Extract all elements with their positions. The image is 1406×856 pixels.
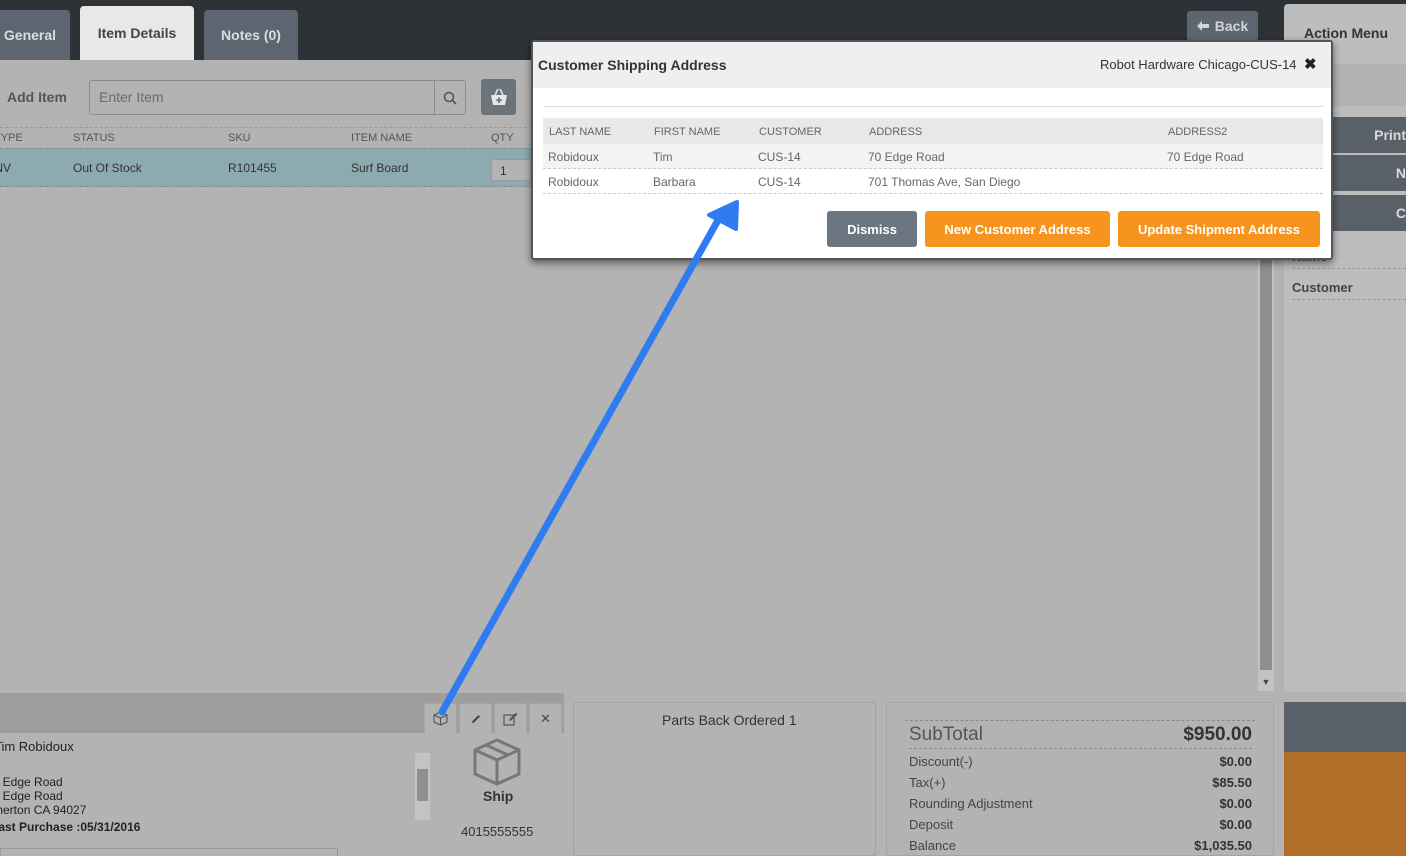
payment-header	[1284, 702, 1406, 752]
rounding-label: Rounding Adjustment	[909, 796, 1033, 811]
customer-scroll-thumb[interactable]	[417, 769, 428, 801]
customer-name: Tim Robidoux	[0, 739, 74, 754]
tab-general[interactable]: General	[0, 10, 70, 60]
basket-add-icon	[490, 88, 507, 105]
cell-status: Out Of Stock	[73, 161, 142, 175]
new-customer-address-button[interactable]: New Customer Address	[925, 211, 1110, 247]
cell-type: INV	[0, 161, 12, 175]
totals-divider	[905, 720, 1255, 721]
col-last-name: LAST NAME	[549, 126, 612, 138]
deposit-row: Deposit $0.00	[909, 817, 1252, 832]
table-row[interactable]: Robidoux Barbara CUS-14 701 Thomas Ave, …	[543, 169, 1323, 194]
update-shipment-address-button[interactable]: Update Shipment Address	[1118, 211, 1320, 247]
deposit-value: $0.00	[1219, 817, 1252, 832]
item-search-button[interactable]	[434, 80, 466, 115]
col-item-name: ITEM NAME	[351, 132, 413, 144]
action-menu-title: Action Menu	[1304, 25, 1388, 41]
ship-address-button[interactable]	[424, 703, 457, 733]
close-icon[interactable]: ✖	[1304, 55, 1317, 73]
ship-label: Ship	[483, 788, 514, 804]
close-icon[interactable]: ✕	[529, 703, 562, 733]
enter-item-input[interactable]: Enter Item	[89, 80, 435, 115]
shipping-address-modal: Customer Shipping Address Robot Hardware…	[531, 40, 1333, 260]
subtotal-row: SubTotal $950.00	[909, 724, 1252, 749]
col-first-name: FIRST NAME	[654, 126, 721, 138]
grid-scroll-thumb[interactable]	[1260, 250, 1272, 670]
item-grid-header: TYPE STATUS SKU ITEM NAME QTY	[0, 127, 532, 147]
customer-phone: 4015555555	[461, 824, 534, 839]
col-customer: CUSTOMER	[759, 126, 822, 138]
edit-square-icon	[502, 712, 517, 726]
tab-notes[interactable]: Notes (0)	[204, 10, 298, 60]
edit-button[interactable]	[459, 703, 492, 733]
modal-title: Customer Shipping Address	[538, 57, 727, 73]
col-qty: QTY	[491, 132, 514, 144]
back-arrow-icon	[1196, 21, 1209, 31]
discount-row: Discount(-) $0.00	[909, 754, 1252, 769]
tab-item-details-label: Item Details	[97, 25, 177, 41]
col-address: ADDRESS	[869, 126, 923, 138]
ship-box-icon[interactable]	[472, 738, 522, 786]
modal-divider	[543, 106, 1323, 107]
qty-input[interactable]: 1	[491, 159, 531, 181]
tab-general-label: General	[3, 27, 57, 43]
address-table-header: LAST NAME FIRST NAME CUSTOMER ADDRESS AD…	[543, 118, 1323, 144]
cell-customer: CUS-14	[758, 175, 801, 189]
parts-back-ordered: Parts Back Ordered 1	[662, 712, 797, 728]
subtotal-value: $950.00	[1183, 724, 1252, 745]
cell-first-name: Tim	[653, 150, 673, 164]
cell-last-name: Robidoux	[548, 150, 599, 164]
add-item-label: Add Item	[7, 89, 67, 105]
dismiss-button[interactable]: Dismiss	[827, 211, 917, 247]
tax-row: Tax(+) $85.50	[909, 775, 1252, 790]
back-button[interactable]: Back	[1187, 11, 1258, 41]
tax-value: $85.50	[1212, 775, 1252, 790]
tab-notes-label: Notes (0)	[221, 27, 281, 43]
col-sku: SKU	[228, 132, 251, 144]
action-n-label: N	[1395, 165, 1406, 181]
action-c-label: C	[1395, 205, 1406, 221]
rounding-row: Rounding Adjustment $0.00	[909, 796, 1252, 811]
back-label: Back	[1214, 18, 1249, 34]
edit-note-button[interactable]	[494, 703, 527, 733]
cell-address: 701 Thomas Ave, San Diego	[868, 175, 1021, 189]
modal-customer: Robot Hardware Chicago-CUS-14	[1100, 57, 1297, 72]
cell-sku: R101455	[228, 161, 277, 175]
scroll-down-arrow-icon[interactable]: ▼	[1258, 674, 1274, 690]
cell-item-name: Surf Board	[351, 161, 409, 175]
search-icon	[443, 91, 457, 105]
checkout-button[interactable]	[1284, 752, 1406, 856]
balance-value: $1,035.50	[1194, 838, 1252, 853]
pencil-icon	[471, 714, 480, 723]
balance-row: Balance $1,035.50	[909, 838, 1252, 853]
tax-label: Tax(+)	[909, 775, 946, 790]
table-row[interactable]: Robidoux Tim CUS-14 70 Edge Road 70 Edge…	[543, 144, 1323, 169]
cell-address: 70 Edge Road	[868, 150, 945, 164]
customer-address2: 70 Edge Road	[0, 789, 63, 803]
action-customer-row: Customer	[1292, 280, 1406, 300]
rounding-value: $0.00	[1219, 796, 1252, 811]
subtotal-label: SubTotal	[909, 724, 983, 745]
deposit-label: Deposit	[909, 817, 954, 832]
customer-city: Atherton CA 94027	[0, 803, 87, 817]
tab-item-details[interactable]: Item Details	[80, 6, 194, 60]
box-icon	[433, 711, 448, 726]
discount-value: $0.00	[1219, 754, 1252, 769]
cell-customer: CUS-14	[758, 150, 801, 164]
action-print-label: Print	[1374, 127, 1406, 143]
col-status: STATUS	[73, 132, 115, 144]
col-type: TYPE	[0, 132, 23, 144]
cell-last-name: Robidoux	[548, 175, 599, 189]
customer-address1: 70 Edge Road	[0, 775, 63, 789]
table-row[interactable]: INV Out Of Stock R101455 Surf Board 1	[0, 148, 532, 187]
cell-first-name: Barbara	[653, 175, 696, 189]
discount-label: Discount(-)	[909, 754, 973, 769]
modal-header: Customer Shipping Address Robot Hardware…	[533, 42, 1331, 88]
last-purchase: Last Purchase :05/31/2016	[0, 820, 141, 834]
col-address2: ADDRESS2	[1168, 126, 1228, 138]
customer-note-field[interactable]	[0, 848, 338, 856]
balance-label: Balance	[909, 838, 956, 853]
cell-address2: 70 Edge Road	[1167, 150, 1244, 164]
add-to-basket-button[interactable]	[481, 79, 516, 115]
